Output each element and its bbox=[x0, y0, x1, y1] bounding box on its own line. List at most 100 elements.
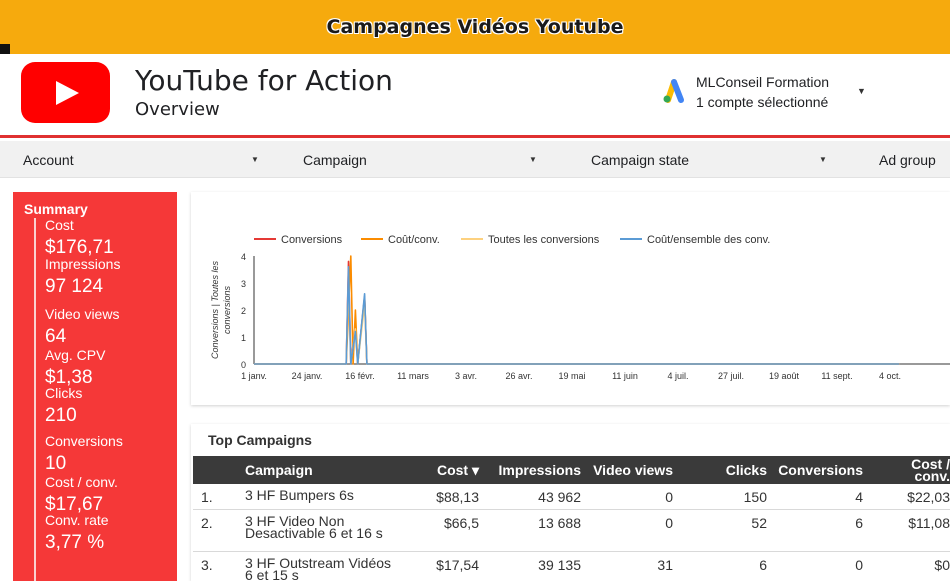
account-selector[interactable]: MLConseil Formation 1 compte sélectionné… bbox=[660, 72, 870, 116]
filter-ad-group[interactable]: Ad group bbox=[879, 141, 950, 178]
cell-conversions: 4 bbox=[855, 489, 863, 505]
row-number: 1. bbox=[201, 489, 213, 505]
metric-cost-per-conv-label: Cost / conv. bbox=[45, 474, 118, 490]
cell-cost: $88,13 bbox=[436, 489, 479, 505]
legend-label: Coût/conv. bbox=[388, 234, 440, 246]
metric-video-views-value: 64 bbox=[45, 326, 67, 347]
cell-conversions: 6 bbox=[855, 515, 863, 531]
filter-bar: Account ▼ Campaign ▼ Campaign state ▼ Ad… bbox=[0, 141, 950, 178]
summary-divider bbox=[34, 218, 36, 581]
row-number: 3. bbox=[201, 557, 213, 573]
chevron-down-icon: ▼ bbox=[529, 155, 537, 164]
metric-clicks-value: 210 bbox=[45, 405, 77, 426]
legend-label: Toutes les conversions bbox=[488, 234, 600, 246]
youtube-logo-icon bbox=[21, 62, 110, 123]
cell-campaign[interactable]: 3 HF Video Non Desactivable 6 et 16 s bbox=[245, 514, 395, 540]
cell-cost: $17,54 bbox=[436, 557, 479, 573]
chevron-down-icon: ▼ bbox=[819, 155, 827, 164]
x-tick-label: 16 févr. bbox=[345, 371, 375, 381]
cell-clicks: 150 bbox=[743, 489, 767, 505]
banner-title: Campagnes Vidéos Youtube bbox=[326, 16, 624, 38]
cell-cost: $66,5 bbox=[443, 515, 479, 531]
x-tick-label: 11 sept. bbox=[821, 371, 852, 381]
y-axis-title: Conversions | Toutes les conversions bbox=[210, 260, 232, 359]
metric-cost-label: Cost bbox=[45, 217, 74, 233]
filter-campaign-state[interactable]: Campaign state ▼ bbox=[591, 141, 831, 178]
row-number: 2. bbox=[201, 515, 213, 531]
metric-avg-cpv-label: Avg. CPV bbox=[45, 347, 106, 363]
table-title: Top Campaigns bbox=[208, 432, 312, 448]
metric-conv-rate-label: Conv. rate bbox=[45, 512, 109, 528]
google-ads-icon bbox=[663, 79, 684, 103]
x-tick-label: 11 mars bbox=[397, 371, 429, 381]
summary-panel: Summary Cost $176,71 Impressions 97 124 … bbox=[13, 192, 177, 581]
metric-conversions-value: 10 bbox=[45, 453, 67, 474]
col-header-cost-per-conv[interactable]: Cost / conv. bbox=[883, 456, 950, 484]
timeseries-chart: Conversions Coût/conv. Toutes les conversi… bbox=[210, 234, 950, 381]
cell-cost-per-conv: $11,08 bbox=[908, 515, 950, 531]
col-header-campaign[interactable]: Campaign bbox=[245, 456, 313, 484]
cell-clicks: 6 bbox=[759, 557, 767, 573]
metric-clicks-label: Clicks bbox=[45, 385, 83, 401]
table-row[interactable]: 2. 3 HF Video Non Desactivable 6 et 16 s $… bbox=[193, 510, 950, 552]
account-selection-count: 1 compte sélectionné bbox=[696, 94, 829, 110]
x-tick-label: 4 oct. bbox=[879, 371, 901, 381]
filter-label: Campaign bbox=[303, 151, 367, 168]
col-header-conversions[interactable]: Conversions bbox=[777, 456, 863, 484]
report-subtitle: Overview bbox=[135, 99, 220, 120]
x-tick-label: 19 mai bbox=[558, 371, 585, 381]
x-tick-label: 24 janv. bbox=[292, 371, 323, 381]
x-tick-label: 26 avr. bbox=[505, 371, 532, 381]
x-tick-label: 3 avr. bbox=[455, 371, 477, 381]
col-header-video-views[interactable]: Video views bbox=[589, 456, 673, 484]
cell-impressions: 39 135 bbox=[538, 557, 581, 573]
cell-clicks: 52 bbox=[751, 515, 767, 531]
y-tick-label: 4 bbox=[241, 252, 246, 262]
cell-video-views: 0 bbox=[665, 489, 673, 505]
top-campaigns-panel: Top Campaigns Campaign Cost ▾ Impression… bbox=[191, 424, 950, 581]
timeseries-chart-panel: Conversions Coût/conv. Toutes les conversi… bbox=[191, 192, 950, 405]
filter-label: Campaign state bbox=[591, 151, 690, 168]
summary-title: Summary bbox=[24, 201, 88, 217]
col-header-impressions[interactable]: Impressions bbox=[485, 456, 581, 484]
filter-label: Account bbox=[23, 151, 74, 168]
metric-impressions-label: Impressions bbox=[45, 256, 121, 272]
table-header: Campaign Cost ▾ Impressions Video views … bbox=[193, 456, 950, 484]
account-name: MLConseil Formation bbox=[696, 74, 830, 90]
x-tick-label: 4 juil. bbox=[667, 371, 688, 381]
cell-video-views: 0 bbox=[665, 515, 673, 531]
y-tick-label: 2 bbox=[241, 306, 246, 316]
x-tick-label: 11 juin bbox=[612, 371, 638, 381]
col-header-cost[interactable]: Cost ▾ bbox=[413, 456, 479, 484]
col-header-clicks[interactable]: Clicks bbox=[693, 456, 767, 484]
top-banner: Campagnes Vidéos Youtube bbox=[0, 0, 950, 54]
cell-campaign[interactable]: 3 HF Outstream Vidéos 6 et 15 s bbox=[245, 556, 395, 581]
corner-marker bbox=[0, 44, 10, 54]
cell-video-views: 31 bbox=[657, 557, 673, 573]
table-row[interactable]: 1. 3 HF Bumpers 6s $88,13 43 962 0 150 4 $22,03 bbox=[193, 484, 950, 510]
y-tick-label: 3 bbox=[241, 279, 246, 289]
metric-impressions-value: 97 124 bbox=[45, 276, 104, 297]
report-header: YouTube for Action Overview MLConseil Fo… bbox=[0, 54, 950, 138]
cell-campaign[interactable]: 3 HF Bumpers 6s bbox=[245, 488, 395, 502]
filter-campaign[interactable]: Campaign ▼ bbox=[303, 141, 543, 178]
y-tick-label: 1 bbox=[241, 333, 246, 343]
filter-label: Ad group bbox=[879, 151, 936, 168]
chevron-down-icon[interactable]: ▼ bbox=[857, 86, 866, 96]
metric-conversions-label: Conversions bbox=[45, 433, 123, 449]
cell-cost-per-conv: $22,03 bbox=[907, 489, 950, 505]
metric-video-views-label: Video views bbox=[45, 306, 120, 322]
x-tick-label: 27 juil. bbox=[718, 371, 744, 381]
table-row[interactable]: 3. 3 HF Outstream Vidéos 6 et 15 s $17,54 3… bbox=[193, 552, 950, 581]
y-tick-label: 0 bbox=[241, 360, 246, 370]
cell-cost-per-conv: $0 bbox=[934, 557, 950, 573]
x-tick-label: 1 janv. bbox=[241, 371, 267, 381]
metric-conv-rate-value: 3,77 % bbox=[45, 532, 105, 553]
chevron-down-icon: ▼ bbox=[251, 155, 259, 164]
legend-label: Conversions bbox=[281, 234, 343, 246]
cell-impressions: 13 688 bbox=[538, 515, 581, 531]
report-title: YouTube for Action bbox=[135, 64, 393, 97]
cell-impressions: 43 962 bbox=[538, 489, 581, 505]
filter-account[interactable]: Account ▼ bbox=[23, 141, 263, 178]
x-tick-label: 19 août bbox=[769, 371, 800, 381]
